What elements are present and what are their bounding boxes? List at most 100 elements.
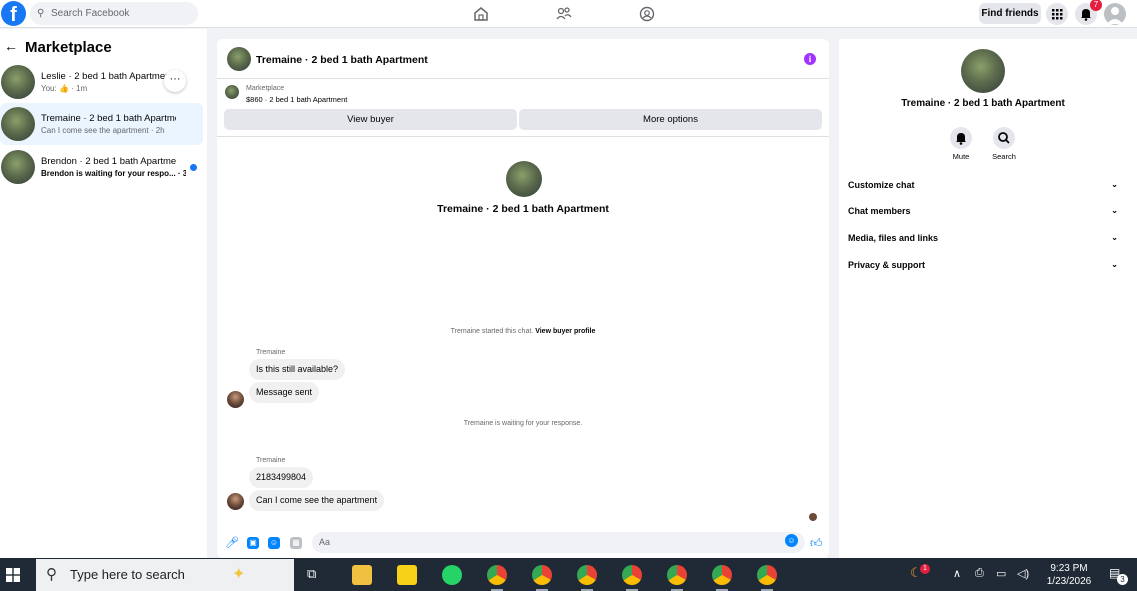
chrome-icon[interactable] [667,565,687,585]
facebook-search-input[interactable]: ⚲ Search Facebook [30,2,198,25]
chrome-icon[interactable] [487,565,507,585]
sticky-notes-icon[interactable] [397,565,417,585]
unread-indicator [190,164,197,171]
chevron-down-icon: ⌄ [1111,180,1118,189]
message-bubble[interactable]: 2183499804 [249,467,314,488]
task-view-icon[interactable]: ⧉ [307,566,316,582]
view-buyer-button[interactable]: View buyer [224,109,517,130]
message-bubble[interactable]: Is this still available? [249,359,346,380]
search-icon [998,132,1010,144]
message-bubble[interactable]: Message sent [249,382,320,403]
notification-center-count: 3 [1117,574,1128,585]
volume-icon[interactable]: ◁) [1017,567,1029,580]
chat-started-text: Tremaine started this chat. [450,328,534,335]
search-placeholder: Search Facebook [51,8,130,19]
message-composer: 🎤︎ ▣ ☺ ▦ Aa ☺ 👍︎ [217,529,829,558]
message-bubble[interactable]: Can I come see the apartment [249,490,385,511]
buyer-avatar[interactable] [506,161,542,197]
chrome-icon[interactable] [532,565,552,585]
whatsapp-icon[interactable] [442,565,462,585]
message-input[interactable]: Aa [312,532,805,553]
system-clock[interactable]: 9:23 PM 1/23/2026 [1040,562,1098,588]
facebook-logo[interactable]: f [1,1,26,26]
chat-details-panel: Tremaine · 2 bed 1 bath Apartment Mute S… [839,39,1137,558]
chat-center-title: Tremaine · 2 bed 1 bath Apartment [437,203,609,215]
find-friends-button[interactable]: Find friends [979,3,1041,24]
chrome-icon[interactable] [622,565,642,585]
show-hidden-icons-chevron-icon[interactable]: ∧ [953,567,961,580]
view-buyer-profile-link[interactable]: View buyer profile [535,328,595,335]
conversation-avatar [1,107,35,141]
listing-price[interactable]: $860 · 2 bed 1 bath Apartment [246,95,347,104]
search-icon: ⚲ [37,8,45,19]
seen-indicator-avatar [809,513,817,521]
back-arrow-icon[interactable]: ← [4,38,18,54]
customize-chat-row[interactable]: Customize chat ⌄ [848,180,1118,190]
file-explorer-icon[interactable] [352,565,372,585]
sender-avatar[interactable] [227,493,244,510]
windows-taskbar: ⚲ Type here to search ✦ ⧉ ☾ 1 ∧ ⎙ ▭ ◁) 9… [0,558,1137,591]
menu-grid-button[interactable] [1046,3,1068,25]
device-icon[interactable]: ⎙ [975,567,984,580]
media-files-links-row[interactable]: Media, files and links ⌄ [848,233,1118,243]
conversation-preview: Can I come see the apartment · 2h [41,126,165,135]
account-avatar[interactable] [1104,3,1126,25]
conversation-preview: Brendon is waiting for your respo... · 3… [41,169,186,178]
copilot-sparkle-icon[interactable]: ✦ [232,564,245,584]
chrome-icon[interactable] [577,565,597,585]
taskbar-search-text: Type here to search [70,567,185,582]
chat-header: Tremaine · 2 bed 1 bath Apartment i [217,39,829,79]
chrome-icon[interactable] [712,565,732,585]
chat-header-avatar[interactable] [227,47,251,71]
mute-button[interactable] [950,127,972,149]
more-options-chat-button[interactable]: More options [519,109,822,130]
clock-date: 1/23/2026 [1046,576,1092,587]
details-title: Tremaine · 2 bed 1 bath Apartment [901,98,1065,109]
weather-badge: 1 [920,564,930,574]
sender-avatar[interactable] [227,391,244,408]
taskbar-search-box[interactable]: ⚲ Type here to search [36,559,294,591]
user-icon [1107,7,1123,24]
chevron-down-icon: ⌄ [1111,233,1118,242]
sender-name: Tremaine [256,457,286,464]
search-label: Search [992,152,1016,161]
conversation-item-brendon[interactable]: Brendon · 2 bed 1 bath Apartment Brendon… [0,146,203,188]
marketplace-title: Marketplace [25,39,112,56]
search-chat-button[interactable] [993,127,1015,149]
microphone-icon[interactable]: 🎤︎ [225,537,239,549]
chat-header-title[interactable]: Tremaine · 2 bed 1 bath Apartment [256,54,428,66]
privacy-support-row[interactable]: Privacy & support ⌄ [848,260,1118,270]
conversation-avatar [1,150,35,184]
row-label: Media, files and links [848,233,939,243]
conversation-name: Brendon · 2 bed 1 bath Apartment [41,156,176,167]
chevron-down-icon: ⌄ [1111,206,1118,215]
chat-panel: Tremaine · 2 bed 1 bath Apartment i Mark… [217,39,829,558]
search-icon: ⚲ [46,566,57,583]
row-label: Customize chat [848,180,915,190]
conversation-name: Tremaine · 2 bed 1 bath Apartment [41,113,176,124]
notification-count-badge: 7 [1090,0,1102,11]
thumbs-up-icon[interactable]: 👍︎ [810,536,823,551]
network-icon[interactable]: ▭ [996,567,1006,580]
windows-start-icon[interactable] [6,568,20,582]
sticker-icon[interactable]: ☺ [268,537,280,549]
marketplace-inbox-sidebar: ← Marketplace Leslie · 2 bed 1 bath Apar… [0,29,207,558]
emoji-icon[interactable]: ☺ [785,534,798,547]
gif-icon[interactable]: ▦ [290,537,302,549]
details-avatar[interactable] [961,49,1005,93]
conversation-avatar [1,65,35,99]
friends-icon[interactable] [555,5,573,23]
groups-icon[interactable] [638,5,656,23]
photo-icon[interactable]: ▣ [247,537,259,549]
conversation-item-tremaine[interactable]: Tremaine · 2 bed 1 bath Apartment Can I … [0,103,203,145]
info-icon[interactable]: i [804,53,816,65]
waiting-notice: Tremaine is waiting for your response. [463,420,583,427]
more-options-button[interactable]: ··· [164,70,186,92]
chrome-icon[interactable] [757,565,777,585]
clock-time: 9:23 PM [1050,563,1088,574]
listing-thumbnail[interactable] [225,85,239,99]
row-label: Chat members [848,206,911,216]
home-icon[interactable] [472,5,490,23]
mute-label: Mute [952,152,970,161]
chat-members-row[interactable]: Chat members ⌄ [848,206,1118,216]
